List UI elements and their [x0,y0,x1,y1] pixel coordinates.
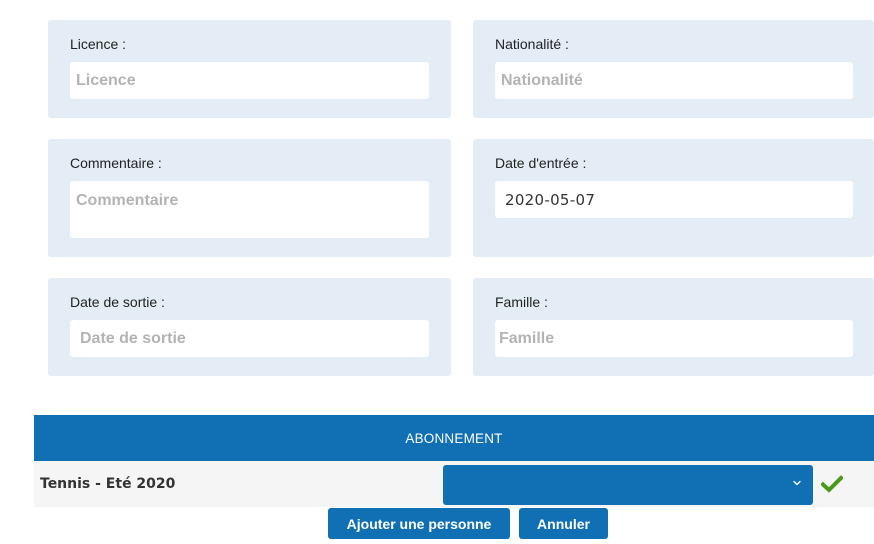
subscription-select[interactable] [443,465,813,505]
date-sortie-input[interactable] [70,320,429,357]
subscription-name: Tennis - Eté 2020 [40,476,176,492]
date-sortie-label: Date de sortie : [70,294,165,310]
licence-label: Licence : [70,36,127,52]
date-entree-label: Date d'entrée : [495,155,587,171]
licence-card: Licence : [48,20,451,118]
check-icon[interactable] [821,475,843,493]
nationalite-card: Nationalité : [473,20,874,118]
add-person-button[interactable]: Ajouter une personne [328,508,510,539]
nationalite-label: Nationalité : [495,36,569,52]
commentaire-card: Commentaire : [48,139,451,257]
famille-card: Famille : [473,278,874,376]
subscription-row: Tennis - Eté 2020 [34,461,874,507]
famille-input[interactable] [495,320,853,357]
nationalite-input[interactable] [495,62,853,99]
cancel-button[interactable]: Annuler [519,508,608,539]
licence-input[interactable] [70,62,429,99]
abonnement-header: ABONNEMENT [34,415,874,461]
date-sortie-card: Date de sortie : [48,278,451,376]
commentaire-textarea[interactable] [70,181,429,238]
date-entree-input[interactable] [495,181,853,218]
commentaire-label: Commentaire : [70,155,162,171]
date-entree-card: Date d'entrée : [473,139,874,257]
famille-label: Famille : [495,294,548,310]
chevron-down-icon [793,480,801,486]
